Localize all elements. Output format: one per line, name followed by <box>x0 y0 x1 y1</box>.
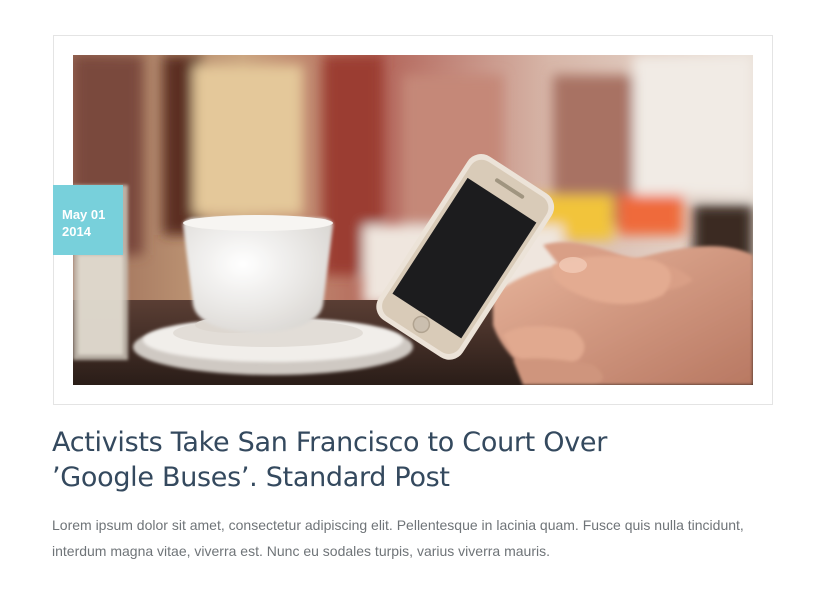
post-excerpt: Lorem ipsum dolor sit amet, consectetur … <box>52 517 744 559</box>
post-date-badge: May 01 2014 <box>53 185 123 255</box>
post-date-month-day: May 01 <box>62 207 106 222</box>
post-featured-image[interactable] <box>73 55 753 385</box>
cafe-phone-photo <box>73 55 753 385</box>
post-title: Activists Take San Francisco to Court Ov… <box>52 425 712 495</box>
post-title-link[interactable]: Activists Take San Francisco to Court Ov… <box>52 427 607 493</box>
post-date-year: 2014 <box>62 224 91 239</box>
